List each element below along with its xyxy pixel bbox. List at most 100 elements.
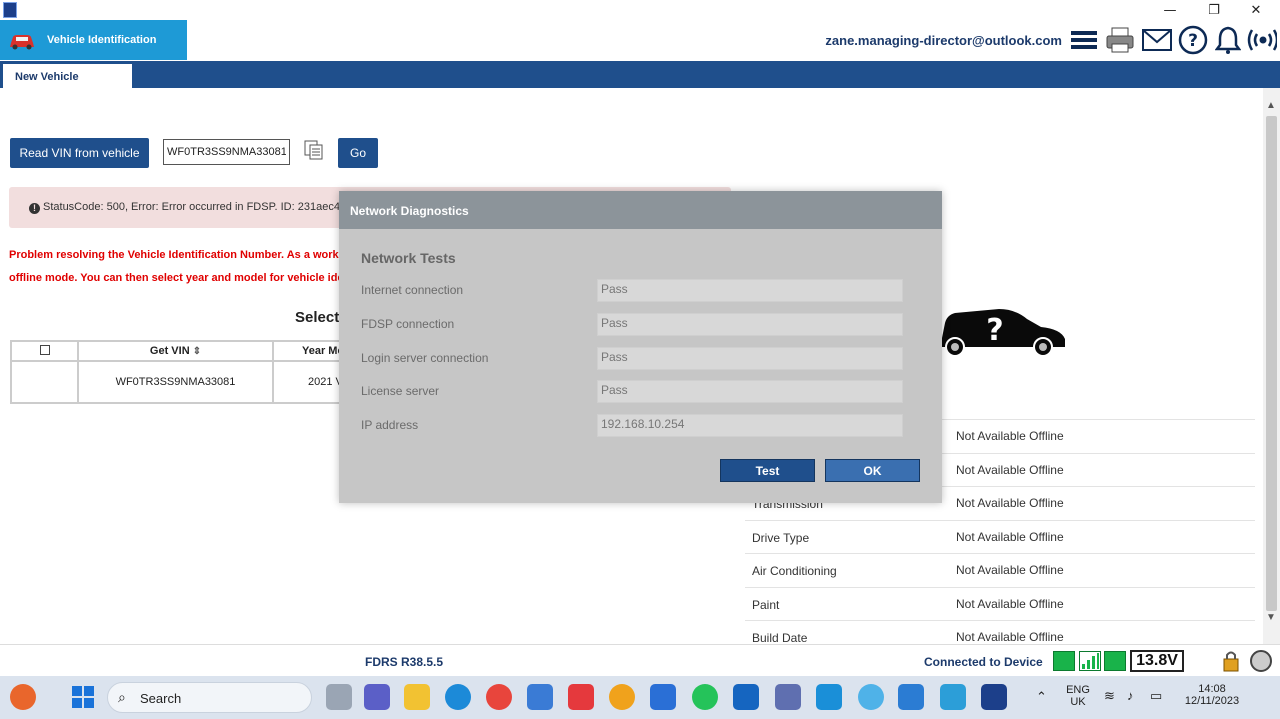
car-icon (8, 29, 36, 51)
minimize-button[interactable]: — (1150, 0, 1190, 20)
wireless-icon[interactable] (1247, 25, 1277, 55)
language-indicator[interactable]: ENG UK (1064, 684, 1092, 708)
wifi-icon[interactable]: ≋ (1104, 688, 1115, 704)
ok-button[interactable]: OK (825, 459, 920, 482)
app-icon-orange[interactable] (609, 684, 635, 710)
battery-icon (1104, 651, 1126, 671)
ip-address-value: 192.168.10.254 (597, 414, 903, 437)
signal-strength-icon (1079, 651, 1101, 671)
status-indicator-icon (1250, 650, 1272, 672)
app-icon-blue[interactable] (816, 684, 842, 710)
whatsapp-icon[interactable] (692, 684, 718, 710)
start-button-icon[interactable] (70, 684, 96, 710)
error-icon: ! (29, 203, 40, 214)
tab-new-vehicle[interactable]: New Vehicle (3, 64, 132, 89)
taskbar-search[interactable]: ⌕ Search (107, 682, 312, 713)
notepad-icon[interactable] (940, 684, 966, 710)
outlook-icon[interactable] (733, 684, 759, 710)
main-scrollbar[interactable]: ▲ ▼ (1263, 88, 1280, 644)
year-cell: 2021 V (271, 360, 347, 404)
battery-tray-icon[interactable]: ▭ (1150, 688, 1162, 704)
dialog-body: Network Tests Internet connection Pass F… (339, 229, 942, 503)
chrome-icon[interactable] (486, 684, 512, 710)
vin-cell: WF0TR3SS9NMA33081 (77, 360, 274, 404)
task-view-icon[interactable] (326, 684, 352, 710)
vehicle-identification-tab[interactable]: Vehicle Identification (0, 20, 187, 60)
search-label: Search (140, 691, 182, 706)
test-label: FDSP connection (361, 317, 455, 331)
fdrs-app-icon[interactable] (981, 684, 1007, 710)
voltage-readout: 13.8V (1130, 650, 1184, 672)
tab-strip: New Vehicle (0, 61, 1280, 89)
select-all-header[interactable] (10, 340, 79, 362)
property-row: Build Date Not Available Offline (745, 620, 1255, 644)
vin-input[interactable] (163, 139, 290, 165)
app-icon-red[interactable] (568, 684, 594, 710)
lock-icon (1221, 650, 1241, 672)
svg-text:?: ? (986, 313, 1003, 348)
select-heading: Select (295, 309, 340, 326)
vci-link-icon (1053, 651, 1075, 671)
file-explorer-icon[interactable] (404, 684, 430, 710)
test-result: Pass (597, 347, 903, 370)
test-label: Internet connection (361, 283, 464, 297)
test-label: License server (361, 384, 440, 398)
dialog-title: Network Diagnostics (339, 191, 942, 229)
help-icon[interactable]: ? (1178, 25, 1208, 55)
sort-icon[interactable]: ⇕ (193, 346, 201, 357)
printer-icon[interactable] (1105, 25, 1135, 55)
test-label: IP address (361, 418, 419, 432)
close-window-button[interactable]: ✕ (1236, 0, 1276, 20)
volume-icon[interactable]: ♪ (1127, 688, 1134, 703)
app-header: Vehicle Identification zane.managing-dir… (0, 20, 1280, 60)
search-icon: ⌕ (118, 689, 126, 705)
teams-icon[interactable] (364, 684, 390, 710)
table-row[interactable]: WF0TR3SS9NMA33081 2021 V (10, 360, 347, 404)
vin-table: Get VIN ⇕ Year Mo WF0TR3SS9NMA33081 2021… (10, 340, 347, 404)
select-all-checkbox[interactable] (39, 344, 50, 355)
get-vin-header[interactable]: Get VIN ⇕ (77, 340, 274, 362)
read-vin-button[interactable]: Read VIN from vehicle (10, 138, 149, 168)
svg-text:?: ? (1188, 31, 1198, 51)
status-bar: FDRS R38.5.5 Connected to Device 13.8V (0, 644, 1280, 676)
user-email: zane.managing-director@outlook.com (825, 33, 1062, 48)
network-diagnostics-dialog: Network Diagnostics Network Tests Intern… (339, 191, 942, 503)
error-text: StatusCode: 500, Error: Error occurred i… (43, 201, 340, 213)
problem-text-line-2: offline mode. You can then select year a… (9, 272, 344, 284)
property-row: Paint Not Available Offline (745, 586, 1255, 621)
property-row: Air Conditioning Not Available Offline (745, 553, 1255, 587)
year-model-header[interactable]: Year Mo (271, 340, 347, 362)
mail-icon[interactable] (1142, 25, 1172, 55)
network-tests-heading: Network Tests (361, 250, 456, 266)
chevron-up-icon[interactable]: ⌃ (1036, 689, 1047, 705)
version-label: FDRS R38.5.5 (365, 655, 444, 669)
bell-icon[interactable] (1213, 25, 1243, 55)
scroll-up-icon[interactable]: ▲ (1266, 100, 1276, 111)
app-logo-icon (3, 2, 17, 18)
test-result: Pass (597, 313, 903, 336)
test-label: Login server connection (361, 351, 489, 365)
remote-desktop-icon[interactable] (775, 684, 801, 710)
unknown-vehicle-image: ? (937, 303, 1069, 359)
copy-icon[interactable] (303, 139, 325, 161)
store-icon[interactable] (527, 684, 553, 710)
problem-text-line-1: Problem resolving the Vehicle Identifica… (9, 249, 345, 261)
test-result: Pass (597, 380, 903, 403)
todo-icon[interactable] (898, 684, 924, 710)
scroll-down-icon[interactable]: ▼ (1266, 612, 1276, 623)
row-checkbox-cell[interactable] (10, 360, 79, 404)
menu-icon[interactable] (1069, 25, 1099, 55)
restore-button[interactable]: ❐ (1194, 0, 1234, 20)
weather-widget-icon[interactable] (10, 684, 36, 710)
go-button[interactable]: Go (338, 138, 378, 168)
connection-status: Connected to Device (924, 655, 1043, 669)
clock[interactable]: 14:08 12/11/2023 (1180, 683, 1244, 707)
module-label: Vehicle Identification (47, 34, 157, 46)
windows-taskbar: ⌕ Search ⌃ ENG UK ≋ ♪ ▭ 14:08 12/11/2023 (0, 676, 1280, 719)
mail-app-icon[interactable] (650, 684, 676, 710)
app-icon-lightblue[interactable] (858, 684, 884, 710)
test-button[interactable]: Test (720, 459, 815, 482)
edge-icon[interactable] (445, 684, 471, 710)
property-row: Drive Type Not Available Offline (745, 519, 1255, 554)
scroll-thumb[interactable] (1266, 116, 1277, 611)
